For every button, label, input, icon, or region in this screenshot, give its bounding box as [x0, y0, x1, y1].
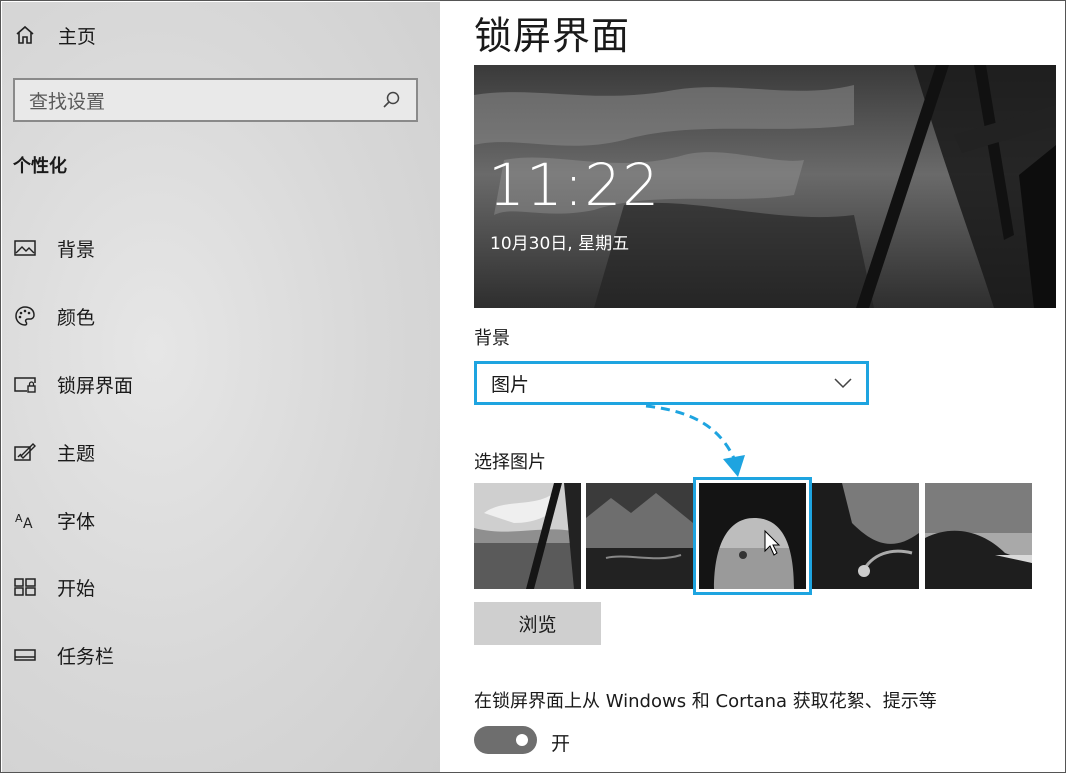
sidebar-item-start[interactable]: 开始: [12, 570, 95, 604]
sidebar-item-taskbar[interactable]: 任务栏: [12, 638, 114, 672]
thumbnail-4[interactable]: [812, 483, 919, 589]
sidebar-item-label: 锁屏界面: [57, 374, 134, 397]
sidebar-item-themes[interactable]: 主题: [12, 435, 95, 469]
sidebar-item-label: 颜色: [57, 306, 96, 329]
toggle-state-label: 开: [551, 733, 571, 755]
thumbnail-2[interactable]: [586, 483, 693, 589]
sidebar-item-label: 字体: [57, 510, 96, 533]
font-icon: AA: [12, 507, 38, 533]
toggle-knob: [516, 734, 528, 746]
sidebar-item-label: 任务栏: [57, 645, 115, 668]
spotlight-toggle[interactable]: [474, 726, 537, 754]
lockscreen-icon: [12, 371, 38, 397]
main-content: 锁屏界面 11:22 10月30日, 星期五 背景 图片 选择图片 浏览 在锁屏…: [441, 1, 1065, 772]
svg-text:A: A: [23, 516, 33, 532]
nav-home-label: 主页: [58, 25, 97, 48]
sidebar-item-lockscreen[interactable]: 锁屏界面: [12, 367, 133, 401]
background-label: 背景: [474, 328, 510, 349]
sidebar-item-colors[interactable]: 颜色: [12, 299, 95, 333]
search-placeholder: 查找设置: [29, 90, 106, 113]
settings-window: 主页 查找设置 个性化 背景 颜色 锁屏界面 主题 A A 字体 开始 任务栏 …: [0, 0, 1066, 773]
start-grid-icon: [12, 574, 38, 600]
thumbnail-3-selected[interactable]: [693, 477, 812, 595]
sidebar: 主页 查找设置 个性化 背景 颜色 锁屏界面 主题 A A 字体 开始 任务栏: [2, 2, 440, 772]
lockscreen-preview: 11:22 10月30日, 星期五: [474, 65, 1056, 308]
palette-icon: [12, 303, 38, 329]
sidebar-item-label: 开始: [57, 577, 96, 600]
theme-brush-icon: [12, 439, 38, 465]
choose-picture-label: 选择图片: [474, 452, 546, 473]
home-icon: [14, 24, 36, 46]
sidebar-item-label: 背景: [57, 238, 96, 261]
sidebar-item-fonts[interactable]: AA 字体: [12, 503, 95, 537]
page-title: 锁屏界面: [474, 14, 631, 58]
sidebar-item-background[interactable]: 背景: [12, 231, 95, 265]
sidebar-item-label: 主题: [57, 442, 96, 465]
nav-home[interactable]: 主页: [14, 20, 96, 50]
picture-icon: [12, 235, 38, 261]
preview-date: 10月30日, 星期五: [490, 234, 630, 254]
background-dropdown[interactable]: 图片: [474, 361, 869, 405]
spotlight-description: 在锁屏界面上从 Windows 和 Cortana 获取花絮、提示等: [474, 691, 937, 712]
taskbar-icon: [12, 642, 38, 668]
section-title: 个性化: [13, 156, 67, 177]
search-input[interactable]: 查找设置: [13, 78, 418, 122]
svg-text:A: A: [15, 512, 23, 525]
background-dropdown-value: 图片: [491, 373, 530, 396]
browse-button[interactable]: 浏览: [474, 602, 601, 645]
thumbnail-5[interactable]: [925, 483, 1032, 589]
chevron-down-icon: [834, 374, 852, 393]
search-icon[interactable]: [380, 89, 402, 111]
thumbnail-1[interactable]: [474, 483, 581, 589]
preview-time: 11:22: [488, 151, 661, 219]
